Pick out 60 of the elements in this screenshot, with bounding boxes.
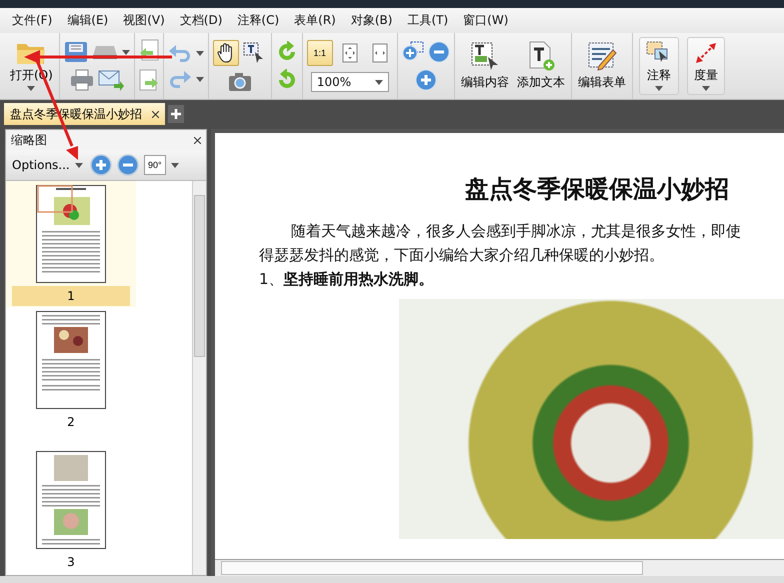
menu-item[interactable]: 表单(R) [288, 12, 345, 29]
menu-item[interactable]: 注释(C) [231, 12, 288, 29]
caret-icon [122, 50, 130, 54]
hand-button[interactable] [212, 40, 239, 66]
zoom-field[interactable]: 100% [310, 72, 389, 92]
close-icon[interactable] [152, 110, 159, 118]
printer-icon[interactable] [70, 69, 94, 91]
edit-content-button[interactable]: 编辑内容 [458, 39, 511, 93]
measure-icon [694, 41, 718, 65]
section-heading: 1、坚持睡前用热水洗脚。 [259, 269, 435, 290]
caret-icon [196, 76, 204, 82]
paragraph-line: 随着天气越来越冷，很多人会感到手脚冰凉，尤其是很多女性，即使 [290, 221, 742, 242]
horizontal-scrollbar[interactable] [215, 559, 784, 576]
document-title: 盘点冬季保暖保温小妙招 [465, 174, 730, 205]
menu-item[interactable]: 窗口(W) [457, 12, 518, 29]
zoom-in-icon[interactable] [402, 41, 424, 63]
email-icon[interactable] [98, 69, 124, 91]
scanner-icon[interactable] [92, 44, 118, 60]
actual-size-button[interactable]: 1:1 [306, 40, 333, 66]
zoom-out-icon[interactable] [116, 154, 139, 176]
redo-icon[interactable] [168, 69, 192, 89]
caret-icon [196, 50, 204, 56]
thumbnail-item[interactable]: 3 [6, 447, 136, 575]
comment-button[interactable]: 注释 [638, 37, 679, 95]
caret-icon [74, 162, 83, 168]
chevron-icon [170, 162, 179, 168]
edit-form-icon [586, 41, 617, 71]
menu-item[interactable]: 文档(D) [174, 12, 232, 29]
new-tab-icon[interactable] [168, 105, 184, 123]
menu-item[interactable]: 文件(F) [6, 12, 62, 29]
menu-item[interactable]: 编辑(E) [61, 12, 118, 29]
fit-width-icon [372, 43, 388, 63]
fit-page-icon [342, 43, 358, 63]
close-icon[interactable] [194, 136, 201, 144]
undo-icon[interactable] [168, 43, 192, 63]
paragraph-line: 得瑟瑟发抖的感觉，下面小编给大家介绍几种保暖的小妙招。 [259, 245, 665, 266]
menu-item[interactable]: 工具(T) [401, 12, 458, 29]
zoom-in-icon[interactable] [90, 154, 112, 176]
caret-icon [702, 86, 710, 91]
measure-button[interactable]: 度量 [686, 37, 725, 95]
hand-icon [216, 43, 235, 63]
menu-item[interactable]: 对象(B) [344, 12, 402, 29]
caret-icon [27, 86, 36, 91]
export-page-icon[interactable] [138, 69, 159, 93]
edit-content-icon [470, 41, 500, 71]
zoom-in-icon[interactable] [414, 69, 437, 91]
menu-item[interactable]: 视图(V) [117, 12, 174, 29]
caret-icon [374, 80, 383, 84]
edit-form-button[interactable]: 编辑表单 [576, 39, 628, 93]
thumbnail-item[interactable]: 1 [6, 181, 136, 307]
rotate-button[interactable]: 90° [144, 155, 166, 175]
thumbnail-item[interactable]: 2 [6, 307, 136, 447]
vertical-scrollbar[interactable] [192, 181, 206, 575]
options-dropdown[interactable]: Options... [10, 158, 85, 172]
zoom-out-icon[interactable] [428, 41, 450, 63]
text-select-icon [242, 42, 265, 64]
caret-icon [654, 86, 663, 91]
camera-icon[interactable] [228, 72, 252, 92]
add-text-button[interactable]: 添加文本 [514, 39, 567, 93]
panel-title: 缩略图 [11, 132, 47, 148]
